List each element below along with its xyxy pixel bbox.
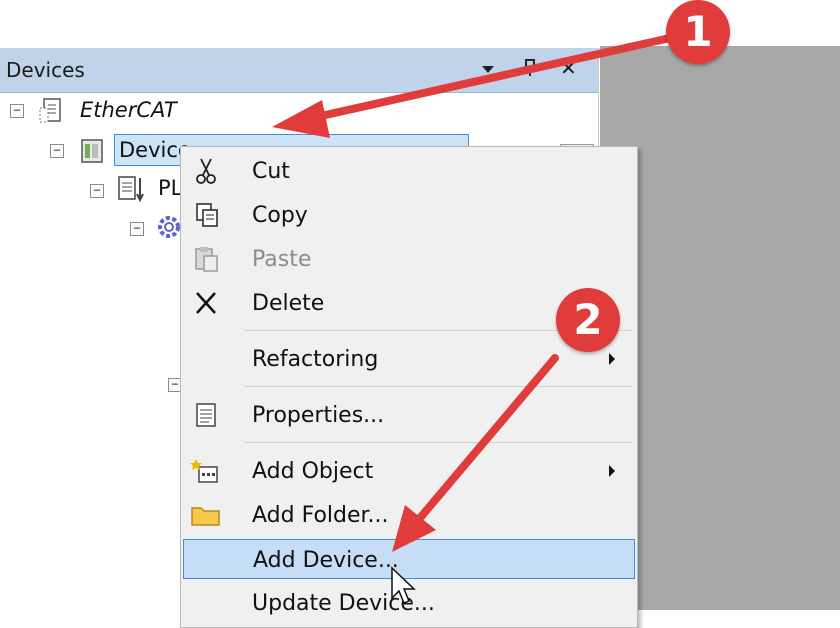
annotation-arrows — [272, 34, 674, 604]
annotation-arrow-1 — [308, 34, 674, 122]
annotation-arrow-2 — [416, 354, 559, 522]
annotation-badge-1: 1 — [666, 0, 730, 64]
annotation-badge-2: 2 — [556, 288, 620, 352]
annotation-arrowhead-1 — [272, 100, 330, 138]
mouse-cursor-icon — [391, 566, 416, 604]
